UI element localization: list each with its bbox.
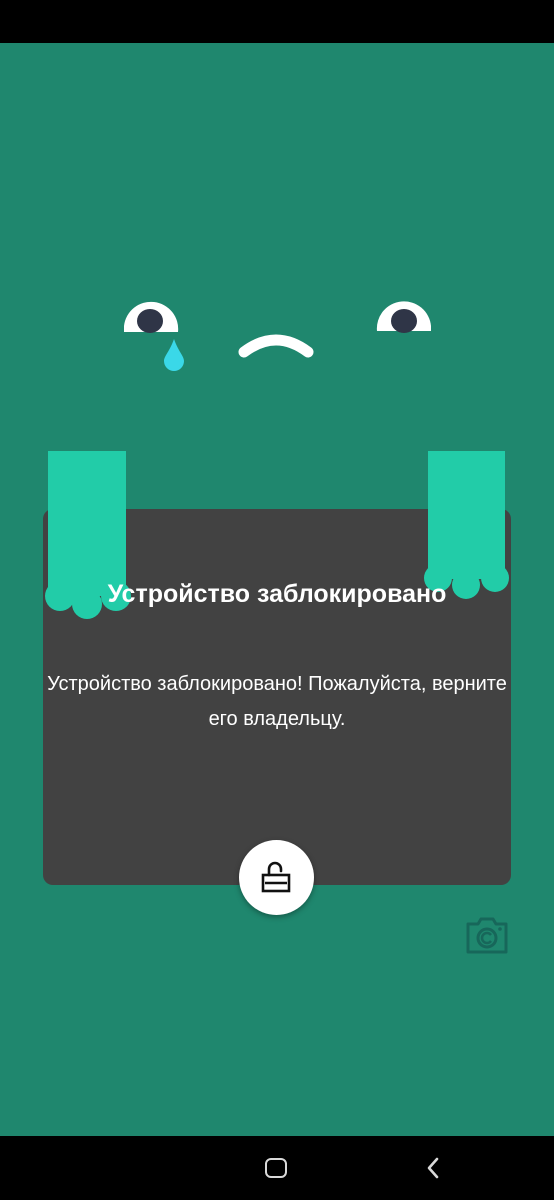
- sad-face-illustration: [124, 301, 431, 371]
- navigation-bar: [0, 1136, 554, 1200]
- frown-mouth: [238, 334, 314, 358]
- camera-icon[interactable]: [464, 914, 510, 956]
- lock-message: Устройство заблокировано! Пожалуйста, ве…: [47, 673, 507, 730]
- lock-title: Устройство заблокировано: [107, 580, 447, 608]
- right-eye: [376, 301, 431, 333]
- tear: [164, 339, 184, 371]
- home-icon[interactable]: [265, 1158, 287, 1178]
- unlock-icon: [261, 861, 291, 893]
- back-icon[interactable]: [420, 1154, 446, 1182]
- left-eye: [124, 301, 179, 333]
- unlock-button[interactable]: [239, 840, 314, 915]
